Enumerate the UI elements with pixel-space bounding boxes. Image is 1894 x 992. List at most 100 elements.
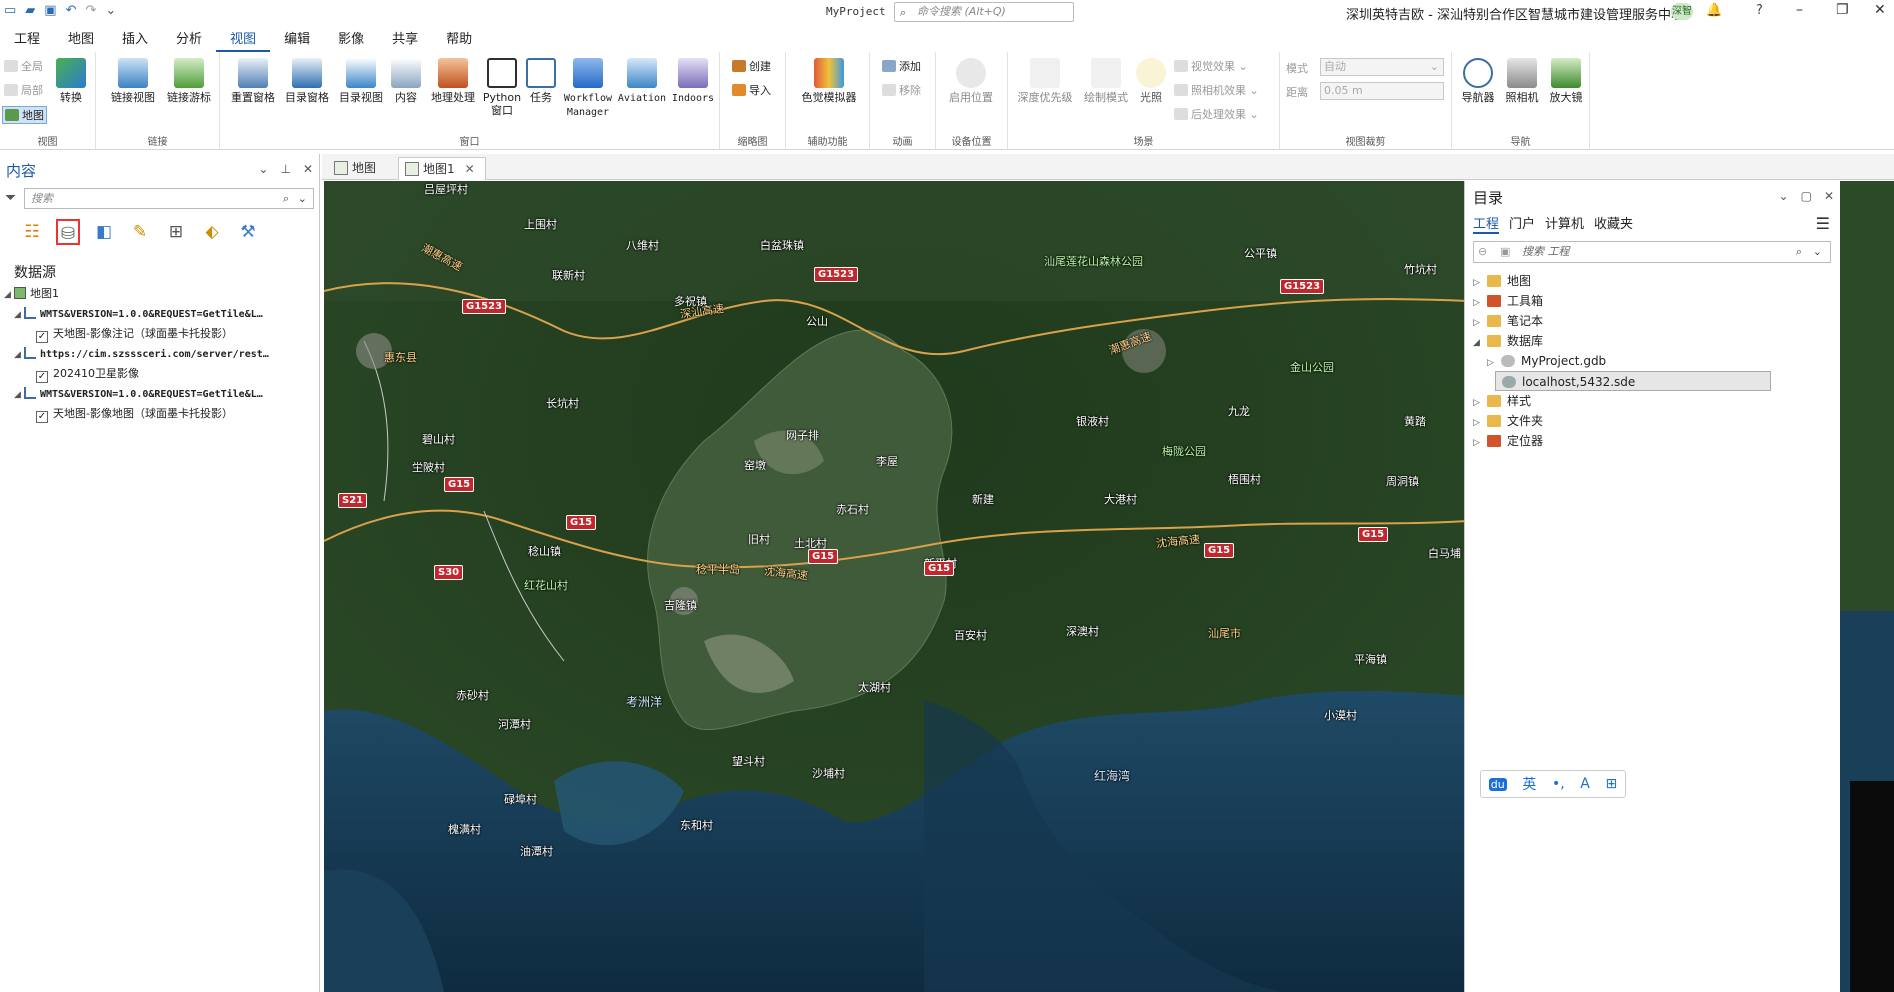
contents-search-input[interactable]: 搜索 ⌕ ⌄ [24,188,314,209]
python-window-button[interactable]: Python 窗口 [480,58,524,117]
tasks-button[interactable]: 任务 [524,58,558,104]
collapse-icon[interactable]: ◢ [1473,333,1487,353]
list-by-labeling-icon[interactable]: ⬖ [200,219,224,245]
expand-icon[interactable]: ◢ [4,285,14,305]
add-animation-button[interactable]: 添加 [882,58,921,74]
expand-icon[interactable]: ▷ [1473,413,1487,433]
tree-source-node[interactable]: ◢ WMTS&VERSION=1.0.0&REQUEST=GetTile&L… [14,384,263,404]
menu-project[interactable]: 工程 [0,28,54,52]
reset-panes-button[interactable]: 重置窗格 [226,58,280,104]
post-effects-button[interactable]: 后处理效果 ⌄ [1174,106,1259,122]
close-icon[interactable]: ✕ [1824,189,1834,203]
catalog-item-databases[interactable]: ◢ 数据库 [1473,331,1543,351]
pin-icon[interactable]: ⊥ [280,162,290,176]
partial-button[interactable]: 局部 [4,82,43,98]
tree-layer-node[interactable]: ✓ 天地图-影像地图（球面墨卡托投影） [36,404,233,424]
avatar[interactable]: 深智 [1671,3,1693,20]
notification-icon[interactable]: 🔔 [1706,3,1722,18]
map-view-edge[interactable] [1840,181,1894,992]
convert-button[interactable]: 转换 [54,58,88,104]
list-by-snapping-icon[interactable]: ⊞ [164,219,188,245]
chevron-down-icon[interactable]: ⌄ [1779,189,1789,203]
menu-edit[interactable]: 编辑 [270,28,324,52]
list-by-drawing-order-icon[interactable]: ☷ [20,219,44,245]
tab-map1[interactable]: 地图1 ✕ [398,157,486,180]
map-view[interactable]: 吕屋坪村 上围村 八维村 白盆珠镇 联新村 多祝镇 公山 汕尾莲花山森林公园 公… [324,181,1468,992]
lighting-button[interactable]: 光照 [1134,58,1168,104]
magnifier-button[interactable]: 放大镜 [1544,58,1588,104]
tree-map-node[interactable]: ◢ 地图1 [4,284,59,304]
contents-button[interactable]: 内容 [386,58,426,104]
link-views-button[interactable]: 链接视图 [104,58,162,104]
navigator-button[interactable]: 导航器 [1456,58,1500,104]
expand-icon[interactable]: ◢ [14,345,24,365]
maximize-icon[interactable]: ▢ [1801,189,1812,203]
draw-mode-button[interactable]: 绘制模式 [1078,58,1134,104]
indoors-button[interactable]: Indoors [668,58,718,105]
tree-layer-node[interactable]: ✓ 202410卫星影像 [36,364,139,384]
menu-insert[interactable]: 插入 [108,28,162,52]
layer-visibility-checkbox[interactable]: ✓ [36,411,48,423]
list-by-data-source-icon[interactable]: ⛁ [56,219,80,245]
visual-effects-button[interactable]: 视觉效果 ⌄ [1174,58,1248,74]
map-view-button[interactable]: 地图 [2,106,47,124]
expand-icon[interactable]: ▷ [1473,393,1487,413]
command-search-input[interactable]: ⌕ 命令搜索 (Alt+Q) [894,2,1074,22]
import-thumbnail-button[interactable]: 导入 [732,82,771,98]
catalog-item-sde[interactable]: localhost,5432.sde [1495,371,1771,391]
clip-distance-input[interactable]: 0.05 m [1320,82,1444,100]
remove-animation-button[interactable]: 移除 [882,82,921,98]
create-thumbnail-button[interactable]: 创建 [732,58,771,74]
open-icon[interactable]: ▰ [25,3,35,18]
list-by-editing-icon[interactable]: ✎ [128,219,152,245]
menu-help[interactable]: 帮助 [432,28,486,52]
expand-icon[interactable]: ▷ [1473,433,1487,453]
ime-logo-icon[interactable]: du [1488,777,1507,791]
list-by-selection-icon[interactable]: ◧ [92,219,116,245]
link-cursor-button[interactable]: 链接游标 [160,58,218,104]
expand-icon[interactable]: ▷ [1473,273,1487,293]
catalog-item-toolboxes[interactable]: ▷ 工具箱 [1473,291,1543,311]
catalog-pane-button[interactable]: 目录窗格 [280,58,334,104]
close-icon[interactable]: ✕ [303,162,313,176]
expand-icon[interactable]: ▷ [1473,293,1487,313]
catalog-item-locators[interactable]: ▷ 定位器 [1473,431,1543,451]
geoprocessing-button[interactable]: 地理处理 [426,58,480,104]
close-button[interactable]: ✕ [1874,2,1886,18]
help-icon[interactable]: ? [1756,3,1763,18]
camera-effects-button[interactable]: 照相机效果 ⌄ [1174,82,1259,98]
expand-icon[interactable]: ▷ [1473,313,1487,333]
catalog-item-folders[interactable]: ▷ 文件夹 [1473,411,1543,431]
enable-location-button[interactable]: 启用位置 [940,58,1002,104]
tab-favorites[interactable]: 收藏夹 [1594,213,1633,234]
menu-map[interactable]: 地图 [54,28,108,52]
tree-layer-node[interactable]: ✓ 天地图-影像注记（球面墨卡托投影） [36,324,233,344]
filter-icon[interactable]: ⏷ [5,190,16,206]
full-extent-button[interactable]: 全局 [4,58,43,74]
save-icon[interactable]: ▣ [44,3,56,18]
layer-visibility-checkbox[interactable]: ✓ [36,371,48,383]
ime-language-button[interactable]: 英 [1522,774,1536,794]
camera-button[interactable]: 照相机 [1500,58,1544,104]
customize-icon[interactable]: ⌄ [105,3,116,18]
redo-icon[interactable]: ↷ [86,3,97,18]
expand-icon[interactable]: ◢ [14,385,24,405]
close-tab-icon[interactable]: ✕ [465,162,475,176]
menu-view[interactable]: 视图 [216,28,271,52]
catalog-item-notebooks[interactable]: ▷ 笔记本 [1473,311,1543,331]
back-icon[interactable]: ⊖ [1478,242,1487,262]
menu-imagery[interactable]: 影像 [324,28,378,52]
catalog-view-button[interactable]: 目录视图 [334,58,388,104]
workflow-manager-button[interactable]: Workflow Manager [558,58,618,119]
ime-keyboard-icon[interactable]: A [1580,776,1590,792]
catalog-item-gdb[interactable]: ▷ MyProject.gdb [1487,351,1606,371]
expand-icon[interactable]: ▷ [1487,353,1501,373]
catalog-item-maps[interactable]: ▷ 地图 [1473,271,1531,291]
new-icon[interactable]: ▭ [4,3,16,18]
layer-visibility-checkbox[interactable]: ✓ [36,331,48,343]
minimize-button[interactable]: – [1796,2,1803,18]
menu-analysis[interactable]: 分析 [162,28,216,52]
menu-share[interactable]: 共享 [378,28,432,52]
tab-computer[interactable]: 计算机 [1545,213,1584,234]
tree-source-node[interactable]: ◢ https://cim.szsssceri.com/server/rest… [14,344,269,364]
